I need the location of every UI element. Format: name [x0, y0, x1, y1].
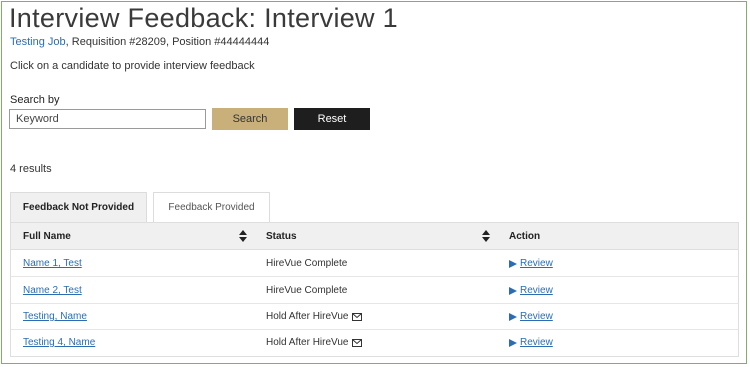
- candidate-status: Hold After HireVue: [266, 337, 349, 348]
- review-label: Review: [520, 258, 553, 269]
- play-icon: [509, 259, 517, 268]
- mail-icon: [352, 312, 363, 321]
- page-title: Interview Feedback: Interview 1: [9, 3, 398, 33]
- review-link[interactable]: Review: [509, 311, 553, 322]
- column-header-action: Action: [509, 231, 541, 242]
- candidate-name-link[interactable]: Name 1, Test: [23, 258, 82, 269]
- job-info: Testing Job, Requisition #28209, Positio…: [10, 36, 269, 48]
- review-link[interactable]: Review: [509, 285, 553, 296]
- play-icon: [509, 286, 517, 295]
- results-count: 4 results: [10, 163, 52, 175]
- search-button[interactable]: Search: [212, 108, 288, 130]
- candidate-name-link[interactable]: Testing, Name: [23, 311, 87, 322]
- table-row: Name 1, Test HireVue Complete Review: [11, 250, 738, 277]
- sort-icon[interactable]: [482, 230, 490, 242]
- review-link[interactable]: Review: [509, 258, 553, 269]
- mail-icon: [352, 338, 363, 347]
- job-link[interactable]: Testing Job: [10, 36, 66, 48]
- play-icon: [509, 312, 517, 321]
- table-row: Testing 4, Name Hold After HireVue Revie…: [11, 329, 738, 356]
- review-label: Review: [520, 337, 553, 348]
- review-link[interactable]: Review: [509, 337, 553, 348]
- table-header: Full Name Status Action: [11, 223, 738, 250]
- review-label: Review: [520, 311, 553, 322]
- column-header-full-name[interactable]: Full Name: [23, 223, 71, 250]
- table-row: Testing, Name Hold After HireVue Review: [11, 303, 738, 330]
- candidate-name-link[interactable]: Testing 4, Name: [23, 337, 95, 348]
- reset-button[interactable]: Reset: [294, 108, 370, 130]
- tab-feedback-provided[interactable]: Feedback Provided: [153, 192, 270, 222]
- candidate-name-link[interactable]: Name 2, Test: [23, 285, 82, 296]
- instruction-text: Click on a candidate to provide intervie…: [10, 60, 255, 72]
- review-label: Review: [520, 285, 553, 296]
- candidates-table: Full Name Status Action Name 1, Test Hir…: [10, 222, 739, 357]
- candidate-status: HireVue Complete: [266, 285, 348, 296]
- table-row: Name 2, Test HireVue Complete Review: [11, 277, 738, 304]
- requisition-info: , Requisition #28209, Position #44444444: [65, 36, 270, 48]
- play-icon: [509, 338, 517, 347]
- sort-icon[interactable]: [239, 230, 247, 242]
- search-label: Search by: [10, 94, 60, 106]
- candidate-status: HireVue Complete: [266, 258, 348, 269]
- tab-feedback-not-provided[interactable]: Feedback Not Provided: [10, 192, 147, 222]
- column-header-status[interactable]: Status: [266, 223, 297, 250]
- candidate-status: Hold After HireVue: [266, 311, 349, 322]
- search-input[interactable]: [9, 109, 206, 129]
